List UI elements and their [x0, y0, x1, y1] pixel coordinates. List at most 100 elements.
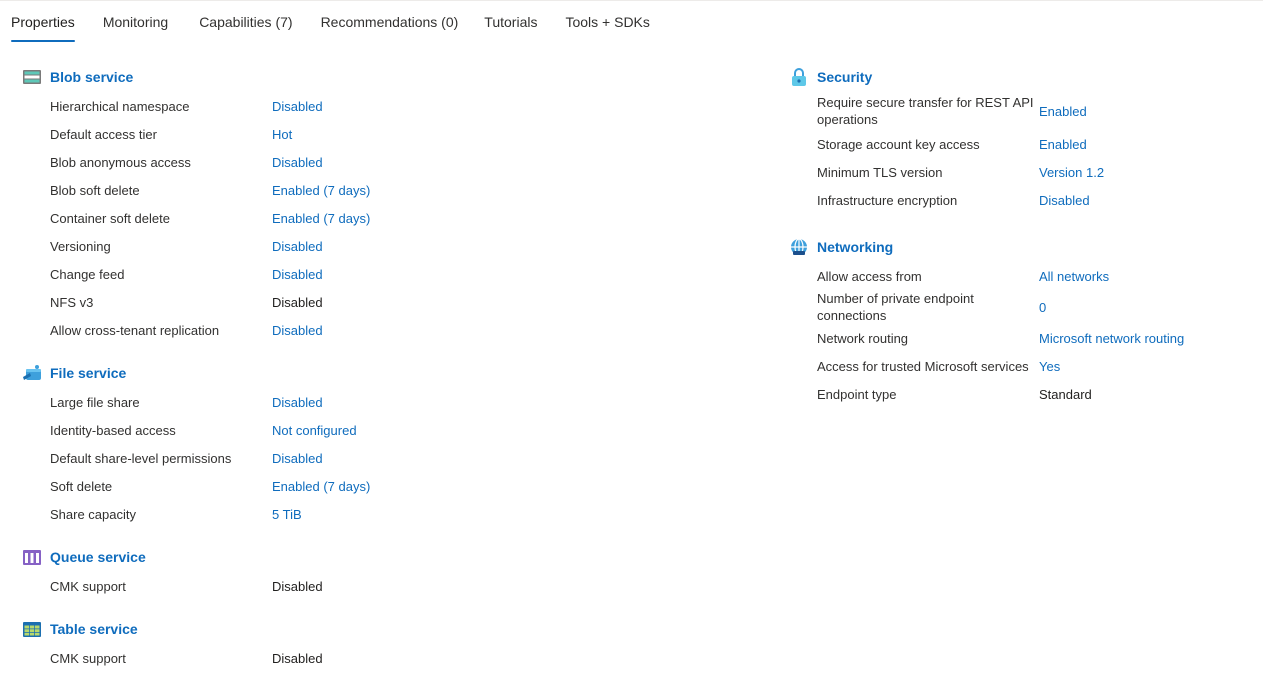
property-label: Minimum TLS version [817, 164, 943, 180]
property-label: CMK support [50, 650, 126, 666]
lock-icon [789, 67, 809, 87]
property-value-link[interactable]: Disabled [272, 322, 323, 339]
tab-bar: Properties Monitoring Capabilities (7) R… [0, 0, 650, 44]
property-value-link[interactable]: Enabled (7 days) [272, 478, 370, 495]
property-value-link[interactable]: Disabled [272, 266, 323, 283]
blob-service-header: Blob service [22, 62, 582, 92]
property-row: Identity-based access Not configured [22, 416, 582, 444]
property-value-link[interactable]: Disabled [272, 238, 323, 255]
property-row: Storage account key access Enabled [789, 130, 1259, 158]
security-header: Security [789, 62, 1259, 92]
property-label: NFS v3 [50, 294, 94, 310]
property-label: Network routing [817, 330, 909, 346]
table-service-title: Table service [50, 621, 138, 637]
property-value-link[interactable]: Microsoft network routing [1039, 330, 1184, 347]
queue-service-title: Queue service [50, 549, 146, 565]
property-row: Allow cross-tenant replication Disabled [22, 316, 582, 344]
file-service-header: File service [22, 358, 582, 388]
property-row: Large file share Disabled [22, 388, 582, 416]
property-label: Blob anonymous access [50, 154, 191, 170]
property-row: Hierarchical namespace Disabled [22, 92, 582, 120]
property-row: Blob soft delete Enabled (7 days) [22, 176, 582, 204]
property-label: Infrastructure encryption [817, 192, 958, 208]
tab-monitoring[interactable]: Monitoring [103, 0, 168, 44]
property-row: Infrastructure encryption Disabled [789, 186, 1259, 214]
property-label: Identity-based access [50, 422, 176, 438]
property-label: Access for trusted Microsoft services [817, 358, 1029, 374]
property-row: CMK support Disabled [22, 572, 582, 600]
property-value-link[interactable]: 5 TiB [272, 506, 302, 523]
property-row: Endpoint type Standard [789, 380, 1259, 408]
property-row: Share capacity 5 TiB [22, 500, 582, 528]
property-value-link[interactable]: Enabled [1039, 103, 1087, 120]
file-share-icon [22, 363, 42, 383]
table-icon [22, 619, 42, 639]
property-value-link[interactable]: Disabled [272, 154, 323, 171]
property-row: Soft delete Enabled (7 days) [22, 472, 582, 500]
property-label: Large file share [50, 394, 140, 410]
property-value: Disabled [272, 650, 323, 666]
property-row: CMK support Disabled [22, 644, 582, 672]
tab-properties[interactable]: Properties [11, 0, 75, 44]
left-column: Blob service Hierarchical namespace Disab… [22, 62, 582, 686]
property-label: Allow cross-tenant replication [50, 322, 220, 338]
property-value-link[interactable]: Version 1.2 [1039, 164, 1104, 181]
property-row: Container soft delete Enabled (7 days) [22, 204, 582, 232]
blob-service-section: Blob service Hierarchical namespace Disab… [22, 62, 582, 344]
property-value-link[interactable]: Disabled [1039, 192, 1090, 209]
property-label: CMK support [50, 578, 126, 594]
blob-storage-icon [22, 67, 42, 87]
tab-capabilities[interactable]: Capabilities (7) [199, 0, 292, 44]
property-label: Default share-level permissions [50, 450, 232, 466]
file-service-section: File service Large file share Disabled Id… [22, 358, 582, 528]
security-title: Security [817, 69, 873, 85]
property-value: Standard [1039, 386, 1092, 402]
property-row: Default access tier Hot [22, 120, 582, 148]
property-value-link[interactable]: Not configured [272, 422, 357, 439]
property-value: Disabled [272, 294, 323, 310]
queue-service-header: Queue service [22, 542, 582, 572]
property-label: Container soft delete [50, 210, 170, 226]
property-row: Blob anonymous access Disabled [22, 148, 582, 176]
security-section: Security Require secure transfer for RES… [789, 62, 1259, 214]
property-value-link[interactable]: Disabled [272, 98, 323, 115]
property-label: Endpoint type [817, 386, 897, 402]
property-label: Blob soft delete [50, 182, 140, 198]
property-label: Default access tier [50, 126, 157, 142]
property-label: Require secure transfer for REST API ope… [817, 95, 1034, 127]
tab-tools-sdks[interactable]: Tools + SDKs [565, 0, 649, 44]
queue-icon [22, 547, 42, 567]
property-value: Disabled [272, 578, 323, 594]
networking-section: Networking Allow access from All networks… [789, 232, 1259, 408]
property-label: Allow access from [817, 268, 922, 284]
property-row: Allow access from All networks [789, 262, 1259, 290]
property-label: Soft delete [50, 478, 113, 494]
property-value-link[interactable]: All networks [1039, 268, 1109, 285]
property-value-link[interactable]: Enabled (7 days) [272, 182, 370, 199]
globe-network-icon [789, 237, 809, 257]
table-service-section: Table service CMK support Disabled [22, 614, 582, 672]
property-label: Versioning [50, 238, 111, 254]
table-service-header: Table service [22, 614, 582, 644]
property-label: Hierarchical namespace [50, 98, 190, 114]
property-value-link[interactable]: Enabled (7 days) [272, 210, 370, 227]
property-row: Versioning Disabled [22, 232, 582, 260]
property-label: Share capacity [50, 506, 136, 522]
tab-recommendations[interactable]: Recommendations (0) [321, 0, 459, 44]
property-row: Require secure transfer for REST API ope… [789, 92, 1259, 130]
property-value-link[interactable]: Yes [1039, 358, 1060, 375]
blob-service-title: Blob service [50, 69, 134, 85]
property-row: Access for trusted Microsoft services Yes [789, 352, 1259, 380]
property-value-link[interactable]: Disabled [272, 394, 323, 411]
property-value-link[interactable]: Enabled [1039, 136, 1087, 153]
right-column: Security Require secure transfer for RES… [789, 62, 1259, 422]
tab-tutorials[interactable]: Tutorials [484, 0, 537, 44]
property-value-link[interactable]: Disabled [272, 450, 323, 467]
networking-title: Networking [817, 239, 894, 255]
property-row: Minimum TLS version Version 1.2 [789, 158, 1259, 186]
file-service-title: File service [50, 365, 127, 381]
property-label: Change feed [50, 266, 125, 282]
property-row: Default share-level permissions Disabled [22, 444, 582, 472]
property-value-link[interactable]: 0 [1039, 299, 1046, 316]
property-value-link[interactable]: Hot [272, 126, 292, 143]
